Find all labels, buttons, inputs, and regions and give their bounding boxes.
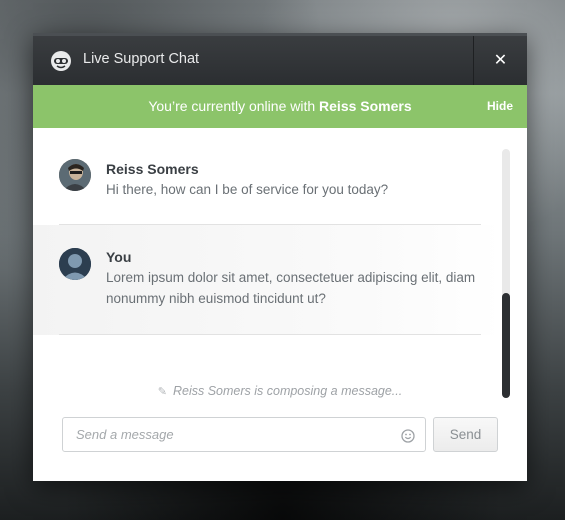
support-agent-icon xyxy=(50,50,72,72)
message-divider xyxy=(59,334,481,335)
online-status-bar: You’re currently online with Reiss Somer… xyxy=(33,85,527,128)
pencil-icon: ✎ xyxy=(157,386,167,398)
message-list: Reiss Somers Hi there, how can I be of s… xyxy=(33,128,527,398)
agent-avatar xyxy=(59,159,91,191)
scrollbar-track[interactable] xyxy=(502,149,510,398)
agent-name: Reiss Somers xyxy=(319,98,412,114)
online-status-text: You’re currently online with Reiss Somer… xyxy=(33,98,527,114)
message-input-wrapper xyxy=(62,417,426,452)
message-item: Reiss Somers Hi there, how can I be of s… xyxy=(33,128,503,225)
status-prefix: You’re currently online with xyxy=(148,98,320,114)
message-text: Hi there, how can I be of service for yo… xyxy=(106,182,389,197)
message-input[interactable] xyxy=(63,418,393,451)
user-avatar xyxy=(59,248,91,280)
message-text: Lorem ipsum dolor sit amet, consectetuer… xyxy=(106,270,476,306)
smiley-icon[interactable] xyxy=(401,428,415,443)
typing-indicator: ✎ Reiss Somers is composing a message... xyxy=(33,384,527,398)
window-title: Live Support Chat xyxy=(83,51,200,67)
message-author: You xyxy=(106,249,132,265)
send-button[interactable]: Send xyxy=(433,417,498,452)
title-bar: Live Support Chat ✕ xyxy=(33,33,527,85)
scrollbar-thumb[interactable] xyxy=(502,293,510,398)
close-button[interactable]: ✕ xyxy=(473,36,527,85)
typing-indicator-text: Reiss Somers is composing a message... xyxy=(172,384,403,398)
message-item: You Lorem ipsum dolor sit amet, consecte… xyxy=(33,225,503,335)
chat-window: Live Support Chat ✕ You’re currently onl… xyxy=(33,33,527,481)
close-icon: ✕ xyxy=(493,50,508,69)
hide-button[interactable]: Hide xyxy=(487,99,513,113)
message-author: Reiss Somers xyxy=(106,161,199,177)
